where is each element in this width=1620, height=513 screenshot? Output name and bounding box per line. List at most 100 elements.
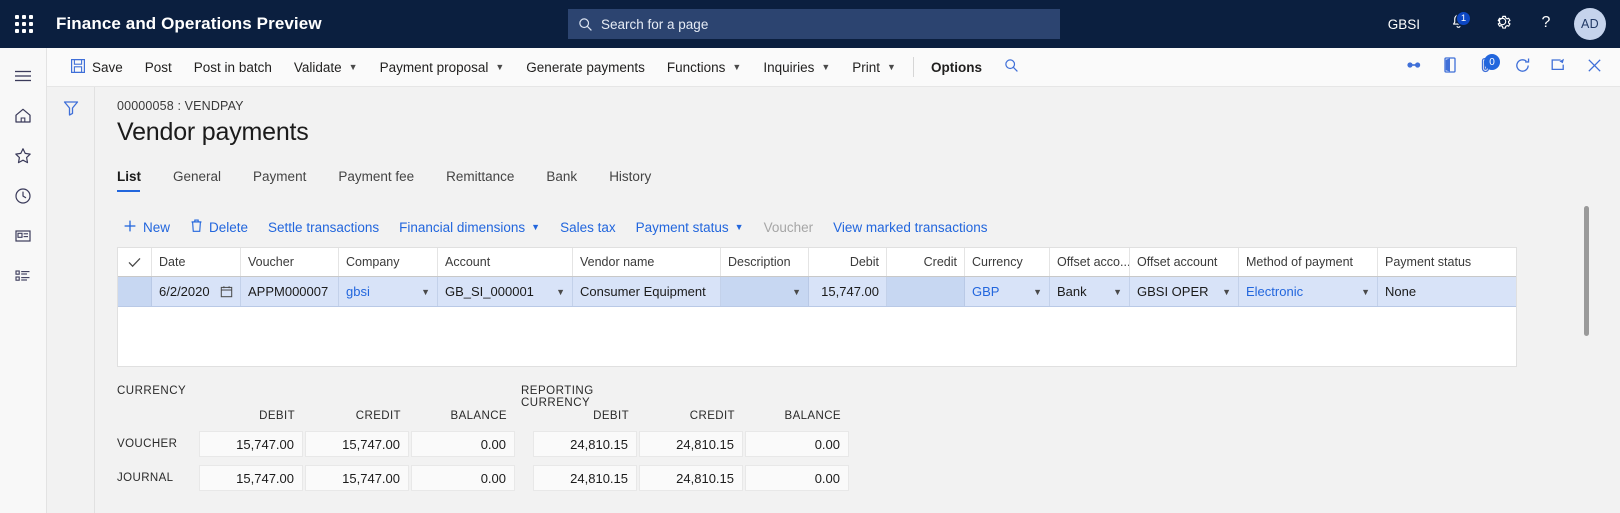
chevron-down-icon[interactable]: ▼ [556,287,565,297]
cell-offset-account[interactable]: GBSI OPER ▼ [1130,277,1239,306]
left-navigation-rail [0,48,47,513]
grid-scrollbar-thumb[interactable] [1583,206,1589,336]
offset-account-value: GBSI OPER [1137,284,1209,299]
sales-tax-button[interactable]: Sales tax [550,212,626,242]
attachments-button[interactable]: 0 [1468,48,1504,87]
tab-bank[interactable]: Bank [546,163,593,192]
column-header-debit[interactable]: Debit [809,248,887,276]
notifications-button[interactable]: 1 [1436,0,1480,48]
command-print[interactable]: Print ▼ [841,48,907,87]
tab-payment[interactable]: Payment [253,163,322,192]
sidebar-item-menu[interactable] [0,58,47,98]
chevron-down-icon: ▼ [531,222,541,232]
tab-list[interactable]: List [117,163,157,192]
column-header-method-of-payment[interactable]: Method of payment [1239,248,1378,276]
relationships-button[interactable] [1396,48,1432,87]
new-button[interactable]: New [113,212,180,242]
cell-date[interactable]: 6/2/2020 [152,277,241,306]
chevron-down-icon[interactable]: ▼ [1113,287,1122,297]
settle-transactions-button[interactable]: Settle transactions [258,212,389,242]
calendar-icon[interactable] [220,285,233,298]
office-export-button[interactable] [1432,48,1468,87]
sidebar-item-modules[interactable] [0,258,47,298]
command-filter-search[interactable] [993,48,1030,87]
column-header-offset-account-type[interactable]: Offset acco... [1050,248,1130,276]
cell-payment-status[interactable]: None [1378,277,1516,306]
grid-vertical-scrollbar[interactable] [1581,206,1591,396]
tab-remittance[interactable]: Remittance [446,163,530,192]
cell-account[interactable]: GB_SI_000001 ▼ [438,277,573,306]
chevron-down-icon[interactable]: ▼ [421,287,430,297]
chevron-down-icon[interactable]: ▼ [1361,287,1370,297]
delete-button[interactable]: Delete [180,212,258,242]
view-marked-transactions-button[interactable]: View marked transactions [823,212,997,242]
command-inquiries[interactable]: Inquiries ▼ [752,48,841,87]
cell-credit[interactable] [887,277,965,306]
cell-vendor-name[interactable]: Consumer Equipment [573,277,721,306]
tab-general[interactable]: General [173,163,237,192]
settle-transactions-label: Settle transactions [268,219,380,235]
settings-button[interactable] [1480,0,1524,48]
payment-status-button[interactable]: Payment status ▼ [626,212,754,242]
column-header-credit[interactable]: Credit [887,248,965,276]
cell-voucher[interactable]: APPM000007 [241,277,339,306]
tab-history[interactable]: History [609,163,667,192]
user-avatar[interactable]: AD [1574,8,1606,40]
chevron-down-icon[interactable]: ▼ [792,287,801,297]
chevron-down-icon: ▼ [821,62,831,72]
waffle-menu-button[interactable] [0,0,48,48]
column-header-company[interactable]: Company [339,248,438,276]
column-header-voucher[interactable]: Voucher [241,248,339,276]
cell-company[interactable]: gbsi ▼ [339,277,438,306]
sidebar-item-recent[interactable] [0,178,47,218]
tab-payment-fee[interactable]: Payment fee [338,163,430,192]
svg-text:?: ? [1542,14,1551,31]
column-header-payment-status[interactable]: Payment status [1378,248,1516,276]
select-all-column-header[interactable] [118,248,152,276]
filter-funnel-icon[interactable] [62,99,80,513]
command-post[interactable]: Post [134,48,183,87]
offset-account-type-value: Bank [1057,284,1087,299]
top-navigation-bar: Finance and Operations Preview Search fo… [0,0,1620,48]
cell-currency[interactable]: GBP ▼ [965,277,1050,306]
home-icon [13,106,33,130]
chevron-down-icon: ▼ [734,222,744,232]
command-payment-proposal[interactable]: Payment proposal ▼ [369,48,516,87]
command-options[interactable]: Options [920,48,993,87]
command-save[interactable]: Save [59,48,134,87]
cell-debit[interactable]: 15,747.00 [809,277,887,306]
column-header-date[interactable]: Date [152,248,241,276]
open-in-new-window-button[interactable] [1540,48,1576,87]
journal-lines-grid: Date Voucher Company Account Vendor name… [117,247,1517,367]
sidebar-item-home[interactable] [0,98,47,138]
chevron-down-icon[interactable]: ▼ [1222,287,1231,297]
command-post-in-batch[interactable]: Post in batch [183,48,283,87]
cell-description[interactable]: ▼ [721,277,809,306]
action-pane-right-icons: 0 [1396,48,1612,87]
command-generate-payments[interactable]: Generate payments [515,48,656,87]
table-row[interactable]: 6/2/2020 APPM000007 gbsi ▼ GB_SI_000001 … [118,277,1516,307]
totals-row-journal: JOURNAL 15,747.00 15,747.00 0.00 24,810.… [117,461,851,495]
journal-reporting-balance: 0.00 [745,465,849,491]
new-label: New [143,219,171,235]
cell-method-of-payment[interactable]: Electronic ▼ [1239,277,1378,306]
row-select-cell[interactable] [118,277,152,306]
command-functions[interactable]: Functions ▼ [656,48,752,87]
sidebar-item-favorites[interactable] [0,138,47,178]
column-header-offset-account[interactable]: Offset account [1130,248,1239,276]
sidebar-item-workspaces[interactable] [0,218,47,258]
cell-offset-account-type[interactable]: Bank ▼ [1050,277,1130,306]
company-selector[interactable]: GBSI [1388,17,1420,32]
chevron-down-icon[interactable]: ▼ [1033,287,1042,297]
column-header-vendor-name[interactable]: Vendor name [573,248,721,276]
column-header-account[interactable]: Account [438,248,573,276]
command-validate[interactable]: Validate ▼ [283,48,369,87]
global-search-box[interactable]: Search for a page [568,9,1060,39]
column-header-description[interactable]: Description [721,248,809,276]
notification-count-badge: 1 [1456,11,1471,26]
refresh-button[interactable] [1504,48,1540,87]
close-button[interactable] [1576,48,1612,87]
financial-dimensions-button[interactable]: Financial dimensions ▼ [389,212,550,242]
help-button[interactable]: ? [1524,0,1568,48]
column-header-currency[interactable]: Currency [965,248,1050,276]
